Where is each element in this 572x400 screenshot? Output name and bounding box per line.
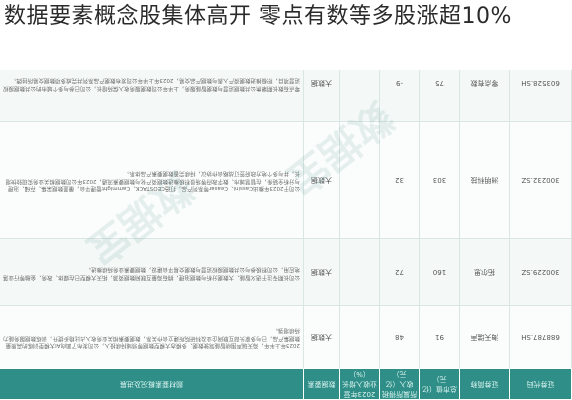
- header-summary: 题材要素概况及进展: [0, 368, 304, 400]
- cell-summary: 零点有数长期聚焦公共数据运营与数据智能服务，上半年公司数据服务收入保持增长，公司…: [0, 70, 304, 122]
- cell-growth: [339, 238, 380, 306]
- cell-name: 海天瑞声: [459, 305, 510, 369]
- rotated-table: 证券代码 证券简称 总市值（亿元） 所属所得税收入（亿元） 2023年营业收入增…: [0, 70, 572, 400]
- table-row: 603528.SH 零点有数 75 -9 大数据 零点有数长期聚焦公共数据运营与…: [0, 70, 572, 122]
- cell-name: 零点有数: [459, 70, 510, 122]
- headline: 数据要素概念股集体高开 零点有数等多股涨超10%: [4, 4, 512, 29]
- cell-summary: 2023年上半年，海天瑞声围绕智能驾驶数据、多模态大模型数据等领域持续投入，公司…: [0, 305, 304, 369]
- header-growth: 2023年营业收入增长（%）: [339, 368, 380, 400]
- cell-code: 688787.SH: [509, 305, 572, 369]
- cell-name: 洲明科技: [459, 121, 510, 239]
- cell-tag: 大数据: [303, 70, 340, 122]
- cell-revenue: 72: [379, 238, 420, 306]
- cell-revenue: 48: [379, 305, 420, 369]
- cell-mcap: 160: [419, 238, 460, 306]
- header-revenue: 所属所得税收入（亿元）: [379, 368, 420, 400]
- cell-mcap: 303: [419, 121, 460, 239]
- table-header-row: 证券代码 证券简称 总市值（亿元） 所属所得税收入（亿元） 2023年营业收入增…: [0, 368, 572, 400]
- table-row: 688787.SH 海天瑞声 91 48 大数据 2023年上半年，海天瑞声围绕…: [0, 305, 572, 369]
- cell-growth: [339, 305, 380, 369]
- cell-code: 300229.SZ: [509, 238, 572, 306]
- cell-name: 拓尔思: [459, 238, 510, 306]
- cell-code: 603528.SH: [509, 70, 572, 122]
- table-row: 300229.SZ 拓尔思 160 72 大数据 公司长期专注于语义智能、大数据…: [0, 238, 572, 306]
- cell-mcap: 91: [419, 305, 460, 369]
- cell-code: 300232.SZ: [509, 121, 572, 239]
- header-mcap: 总市值（亿元）: [419, 368, 460, 400]
- table-image: 证券代码 证券简称 总市值（亿元） 所属所得税收入（亿元） 2023年营业收入增…: [0, 70, 572, 400]
- table-row: 300232.SZ 洲明科技 303 32 大数据 公司于2023年推出Cass…: [0, 121, 572, 239]
- cell-tag: 大数据: [303, 305, 340, 369]
- header-tag: 数据要素: [303, 368, 340, 400]
- cell-tag: 大数据: [303, 238, 340, 306]
- header-code: 证券代码: [509, 368, 572, 400]
- cell-mcap: 75: [419, 70, 460, 122]
- header-name: 证券简称: [459, 368, 510, 400]
